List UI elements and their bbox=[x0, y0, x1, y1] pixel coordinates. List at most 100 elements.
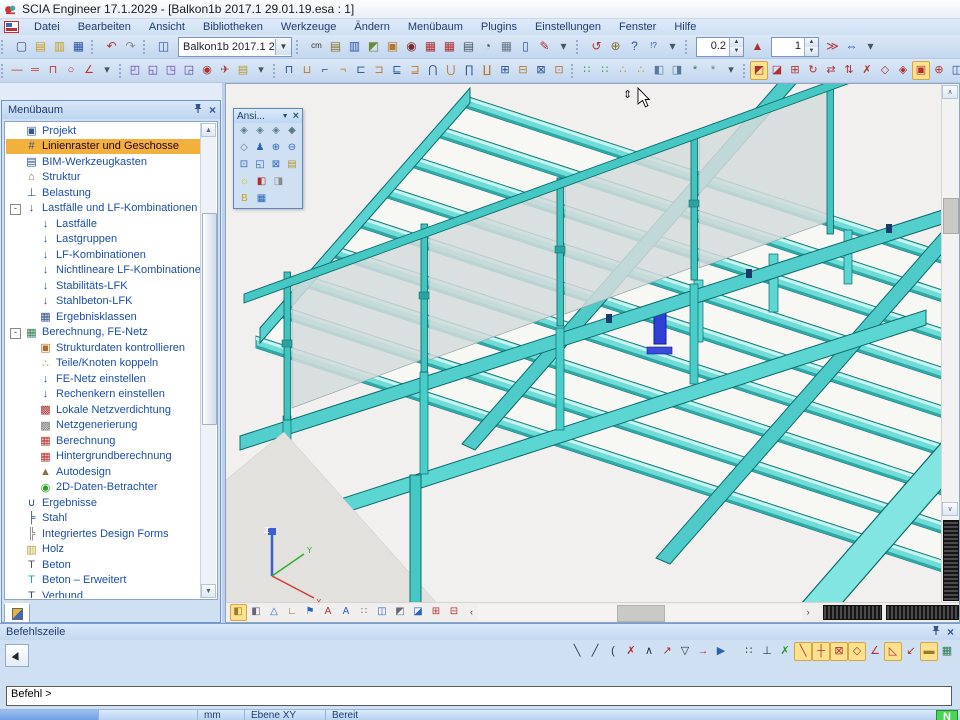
scale-spinner[interactable]: 1 ▲▼ bbox=[771, 37, 819, 57]
command-input[interactable]: Befehl > bbox=[6, 686, 952, 706]
spinner-up-icon[interactable]: ▲ bbox=[730, 38, 743, 47]
layers-icon[interactable]: ▤ bbox=[326, 37, 345, 56]
3d-model-view[interactable]: Z X Y ⇕ bbox=[226, 84, 945, 608]
ratio-1-10-icon[interactable]: ⇔ bbox=[842, 37, 861, 56]
copy-properties-icon[interactable]: ◧ bbox=[650, 61, 668, 80]
menu-hilfe[interactable]: Hilfe bbox=[665, 20, 705, 34]
move-node-icon[interactable]: ↗ bbox=[658, 642, 676, 661]
tree-item-ergebnisklassen[interactable]: ▦Ergebnisklassen bbox=[6, 309, 201, 325]
tree-item-lastfälle-und-lf-kombinationen[interactable]: -↓Lastfälle und LF-Kombinationen bbox=[6, 201, 201, 217]
node-labels-icon[interactable]: A bbox=[338, 604, 355, 621]
catalog-block-icon[interactable]: ⊠ bbox=[532, 61, 550, 80]
table-input-icon[interactable]: ▦ bbox=[421, 37, 440, 56]
perspective-icon[interactable]: △ bbox=[266, 604, 283, 621]
member-labels-icon[interactable]: A bbox=[320, 604, 337, 621]
walk-through-icon[interactable]: ♟ bbox=[252, 140, 268, 157]
tree-item-autodesign[interactable]: ▲Autodesign bbox=[6, 464, 201, 480]
tree-item-rechenkern-einstellen[interactable]: ↓Rechenkern einstellen bbox=[6, 387, 201, 403]
mirror-icon[interactable]: ⇄ bbox=[822, 61, 840, 80]
menu-bibliotheken[interactable]: Bibliotheken bbox=[194, 20, 272, 34]
labels-display-icon[interactable]: ⚑ bbox=[302, 604, 319, 621]
select-single-icon[interactable]: ∷ bbox=[578, 61, 596, 80]
tree-item-projekt[interactable]: ▣Projekt bbox=[6, 123, 201, 139]
close-icon[interactable]: × bbox=[947, 627, 954, 637]
view-axo-4-icon[interactable]: ◆ bbox=[284, 123, 300, 140]
tree-item-lokale-netzverdichtung[interactable]: ▩Lokale Netzverdichtung bbox=[6, 402, 201, 418]
center-view-icon[interactable]: ⊕ bbox=[930, 61, 948, 80]
tree-item-linienraster-und-geschosse[interactable]: #Linienraster und Geschosse bbox=[6, 139, 201, 155]
menu-werkzeuge[interactable]: Werkzeuge bbox=[272, 20, 345, 34]
tree-item-struktur[interactable]: ⌂Struktur bbox=[6, 170, 201, 186]
toolbar-overflow-icon[interactable]: ▾ bbox=[98, 61, 116, 80]
snap-line-grid-icon[interactable]: ▬ bbox=[920, 642, 938, 661]
toolbar-overflow-icon[interactable]: ▾ bbox=[722, 61, 740, 80]
transparency-spinner[interactable]: 0.2 ▲▼ bbox=[696, 37, 744, 57]
cursor-mode-button[interactable]: ▶ bbox=[5, 644, 29, 667]
print-preview-icon[interactable]: ◔ bbox=[478, 37, 497, 56]
zoom-window-icon[interactable]: ⊡ bbox=[236, 157, 252, 174]
view-parameters-icon[interactable]: ◪ bbox=[410, 604, 427, 621]
add-node-icon[interactable]: ∧ bbox=[640, 642, 658, 661]
clip-box-back-icon[interactable]: ◨ bbox=[270, 174, 287, 191]
project-combo[interactable]: Balkon1b 2017.1 2 ▼ bbox=[178, 37, 292, 57]
calculator-icon[interactable]: ▦ bbox=[497, 37, 516, 56]
tree-item-lastfälle[interactable]: ↓Lastfälle bbox=[6, 216, 201, 232]
cut-member-icon[interactable]: ◇ bbox=[876, 61, 894, 80]
table-edit-geometry-icon[interactable]: ▣ bbox=[912, 61, 930, 80]
paste-properties-icon[interactable]: ◨ bbox=[668, 61, 686, 80]
scroll-right-icon[interactable]: › bbox=[802, 605, 815, 620]
draw-angle-icon[interactable]: ∠ bbox=[80, 61, 98, 80]
tree-item-hintergrundberechnung[interactable]: ▦Hintergrundberechnung bbox=[6, 449, 201, 465]
tree-item-stabilitäts-lfk[interactable]: ↓Stabilitäts-LFK bbox=[6, 278, 201, 294]
scroll-up-icon[interactable]: ▲ bbox=[201, 123, 216, 137]
tree-item-lastgruppen[interactable]: ↓Lastgruppen bbox=[6, 232, 201, 248]
menu-ansicht[interactable]: Ansicht bbox=[140, 20, 194, 34]
scrollbar-thumb[interactable] bbox=[943, 198, 959, 234]
snap-dialog-icon[interactable]: ▦ bbox=[938, 642, 956, 661]
light-settings-icon[interactable]: ☼ bbox=[236, 174, 253, 191]
toolbar-overflow-icon[interactable]: ▾ bbox=[252, 61, 270, 80]
document-new-icon[interactable]: ▯ bbox=[516, 37, 535, 56]
status-units[interactable]: mm bbox=[198, 710, 245, 720]
tree-expander-icon[interactable]: - bbox=[10, 328, 21, 339]
menu--ndern[interactable]: Ändern bbox=[345, 20, 398, 34]
snap-intersection-icon[interactable]: ⊠ bbox=[830, 642, 848, 661]
application-menu-icon[interactable] bbox=[4, 21, 19, 33]
clipboard-icon[interactable]: ▣ bbox=[383, 37, 402, 56]
chain-polyline-icon[interactable]: → bbox=[694, 642, 712, 661]
print-icon[interactable]: ▤ bbox=[459, 37, 478, 56]
tree-item-beton-erweitert[interactable]: TBeton – Erweitert bbox=[6, 573, 201, 589]
scroll-left-icon[interactable]: ‹ bbox=[465, 605, 478, 620]
close-icon[interactable]: × bbox=[209, 105, 216, 115]
save-all-icon[interactable]: ▥ bbox=[50, 37, 69, 56]
scroll-up-icon[interactable]: ∧ bbox=[942, 85, 958, 99]
new-arbitrary-icon[interactable]: ⊞ bbox=[496, 61, 514, 80]
tree-item-bim-werkzeugkasten[interactable]: ▤BIM-Werkzeugkasten bbox=[6, 154, 201, 170]
move-node-icon[interactable]: ⊞ bbox=[786, 61, 804, 80]
tree-scrollbar[interactable]: ▲ ▼ bbox=[200, 123, 216, 598]
named-view-icon[interactable]: B bbox=[236, 191, 253, 208]
render-solid-icon[interactable]: ◧ bbox=[248, 604, 265, 621]
tree-item-ergebnisse[interactable]: ∪Ergebnisse bbox=[6, 495, 201, 511]
menu-fenster[interactable]: Fenster bbox=[610, 20, 665, 34]
zoom-selection-icon[interactable]: ⊠ bbox=[268, 157, 284, 174]
zoom-in-icon[interactable]: ⊕ bbox=[268, 140, 284, 157]
bird-view-icon[interactable]: ◉ bbox=[198, 61, 216, 80]
snap-arc-center-icon[interactable]: ◺ bbox=[884, 642, 902, 661]
tree-item-strukturdaten-kontrollieren[interactable]: ▣Strukturdaten kontrollieren bbox=[6, 340, 201, 356]
menubaum-tab[interactable] bbox=[4, 603, 30, 623]
select-add-icon[interactable]: ∷ bbox=[596, 61, 614, 80]
ortho-mode-icon[interactable]: ⊥ bbox=[758, 642, 776, 661]
window-copy-icon[interactable]: ◰ bbox=[126, 61, 144, 80]
tree-item-stahl[interactable]: ╞Stahl bbox=[6, 511, 201, 527]
new-polyline-icon[interactable]: ╱ bbox=[586, 642, 604, 661]
new-line-icon[interactable]: ╲ bbox=[568, 642, 586, 661]
window-paste-icon[interactable]: ◳ bbox=[162, 61, 180, 80]
snap-general-icon[interactable]: ↙ bbox=[902, 642, 920, 661]
table-results-icon[interactable]: ▦ bbox=[440, 37, 459, 56]
scroll-down-icon[interactable]: ∨ bbox=[942, 502, 958, 516]
tree-item-fe-netz-einstellen[interactable]: ↓FE-Netz einstellen bbox=[6, 371, 201, 387]
new-cross-beam-icon[interactable]: ∏ bbox=[460, 61, 478, 80]
menu-men-baum[interactable]: Menübaum bbox=[399, 20, 472, 34]
palette-titlebar[interactable]: Ansi... ▼ × bbox=[234, 109, 302, 123]
